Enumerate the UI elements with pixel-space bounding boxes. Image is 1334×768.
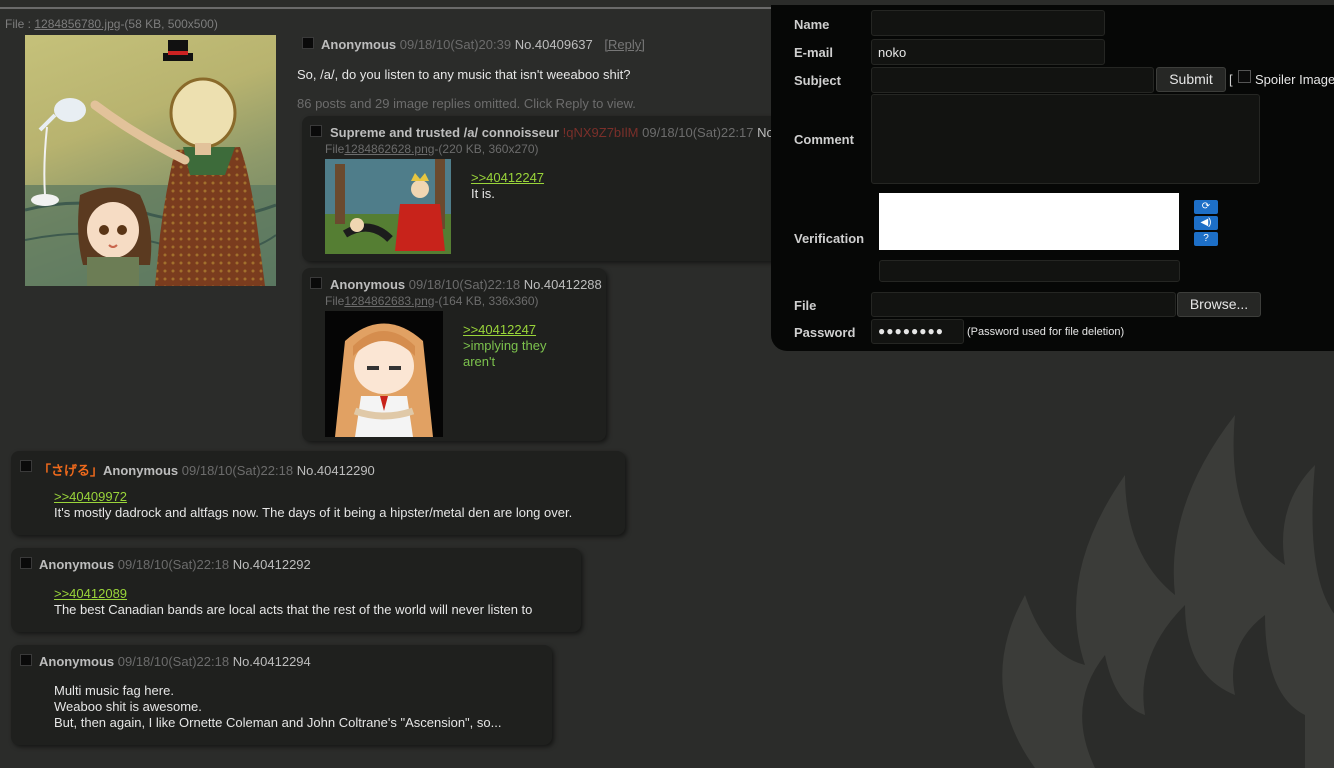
reply-select-checkbox[interactable] — [20, 557, 32, 569]
reply-greentext-line: aren't — [463, 354, 496, 369]
reply-line: But, then again, I like Ornette Coleman … — [54, 715, 502, 730]
reply-image[interactable] — [325, 311, 443, 437]
reply-tripcode: !qNX9Z7bIlM — [562, 125, 639, 140]
reply-select-checkbox[interactable] — [20, 460, 32, 472]
reply-select-checkbox[interactable] — [310, 125, 322, 137]
reply-poster-name: Anonymous — [39, 654, 115, 669]
reply-poster-name: Anonymous — [39, 557, 115, 572]
comment-textarea[interactable] — [871, 94, 1260, 184]
browse-button[interactable]: Browse... — [1177, 292, 1261, 317]
reply-image-art — [335, 323, 433, 437]
reply-post: Anonymous 09/18/10(Sat)22:18 No.40412288… — [302, 268, 606, 441]
reply-header: Anonymous 09/18/10(Sat)22:18 No.40412294 — [39, 654, 311, 669]
reply-line: The best Canadian bands are local acts t… — [54, 602, 533, 617]
reply-quote-link[interactable]: >>40409972 — [54, 489, 572, 505]
op-file-details: -(58 KB, 500x500) — [120, 17, 218, 31]
reply-line: It's mostly dadrock and altfags now. The… — [54, 505, 573, 520]
reply-body: >>40409972 It's mostly dadrock and altfa… — [54, 489, 572, 521]
spoiler-label: Spoiler Image — [1255, 72, 1334, 87]
reply-capcode: 「さげる」 — [38, 463, 104, 478]
file-label: File — [794, 298, 817, 313]
op-image-art — [25, 40, 276, 286]
refresh-icon[interactable]: ⟳ — [1194, 200, 1218, 214]
reply-image-art — [325, 159, 451, 254]
reply-post: Anonymous 09/18/10(Sat)22:18 No.40412292… — [11, 548, 581, 632]
reply-file-link[interactable]: 1284862628.png — [344, 142, 434, 156]
reply-file-link[interactable]: 1284862683.png — [344, 294, 434, 308]
reply-datetime: 09/18/10(Sat)22:18 — [408, 277, 521, 292]
reply-datetime: 09/18/10(Sat)22:17 — [642, 125, 754, 140]
op-select-checkbox[interactable] — [302, 37, 314, 49]
reply-poster-name: Anonymous — [103, 463, 179, 478]
password-hint: (Password used for file deletion) — [967, 326, 1125, 338]
name-label: Name — [794, 17, 830, 32]
subject-label: Subject — [794, 73, 841, 88]
reply-file-details: -(164 KB, 336x360) — [434, 294, 539, 308]
spoiler-checkbox[interactable] — [1238, 70, 1251, 83]
reply-datetime: 09/18/10(Sat)22:18 — [117, 557, 230, 572]
captcha-image — [879, 193, 1179, 250]
reply-header: 「さげる」Anonymous 09/18/10(Sat)22:18 No.404… — [38, 460, 375, 479]
reply-post-number[interactable]: No.40412294 — [233, 654, 311, 669]
op-datetime: 09/18/10(Sat)20:39 — [399, 37, 512, 52]
reply-select-checkbox[interactable] — [310, 277, 322, 289]
op-image[interactable] — [25, 35, 276, 286]
reply-header: Anonymous 09/18/10(Sat)22:18 No.40412292 — [39, 557, 311, 572]
reply-select-checkbox[interactable] — [20, 654, 32, 666]
reply-file-details: -(220 KB, 360x270) — [434, 142, 539, 156]
reply-poster-name: Anonymous — [330, 277, 406, 292]
omitted-notice: 86 posts and 29 image replies omitted. C… — [297, 96, 636, 111]
op-poster-name: Anonymous — [321, 37, 397, 52]
verification-label: Verification — [794, 231, 865, 246]
captcha-response-field[interactable] — [879, 260, 1180, 282]
op-post-number[interactable]: No.40409637 — [515, 37, 593, 52]
reply-post: 「さげる」Anonymous 09/18/10(Sat)22:18 No.404… — [11, 451, 625, 535]
reply-post-number[interactable]: No.40412290 — [297, 463, 375, 478]
reply-poster-name: Supreme and trusted /a/ connoisseur — [330, 125, 559, 140]
op-reply-link[interactable]: [Reply] — [604, 37, 644, 52]
reply-line: Weaboo shit is awesome. — [54, 699, 202, 714]
spoiler-bracket: [ — [1229, 72, 1233, 87]
reply-line: Multi music fag here. — [54, 683, 174, 698]
reply-body: >>40412247 It is. — [471, 170, 544, 202]
name-field[interactable] — [871, 10, 1105, 36]
reply-quote-link[interactable]: >>40412247 — [471, 170, 544, 186]
op-file-prefix: File : — [5, 17, 35, 31]
password-field[interactable]: ●●●●●●●● — [871, 319, 964, 344]
reply-file-prefix: File — [325, 294, 345, 308]
reply-file-info: File1284862683.png-(164 KB, 336x360) — [325, 294, 539, 308]
reply-post: Supreme and trusted /a/ connoisseur !qNX… — [302, 116, 835, 261]
reply-image[interactable] — [325, 159, 451, 254]
reply-greentext-line: >implying they — [463, 338, 547, 353]
submit-button[interactable]: Submit — [1156, 67, 1226, 92]
reply-post-number[interactable]: No.40412288 — [524, 277, 602, 292]
reply-post-number[interactable]: No.40412292 — [233, 557, 311, 572]
reply-datetime: 09/18/10(Sat)22:18 — [181, 463, 294, 478]
op-file-info: File : 1284856780.jpg-(58 KB, 500x500) — [5, 17, 218, 31]
reply-body: >>40412247 >implying they aren't — [463, 322, 546, 370]
reply-file-prefix: File — [325, 142, 345, 156]
reply-quote-link[interactable]: >>40412247 — [463, 322, 546, 338]
reply-file-info: File1284862628.png-(220 KB, 360x270) — [325, 142, 539, 156]
comment-label: Comment — [794, 132, 854, 147]
op-file-link[interactable]: 1284856780.jpg — [34, 17, 120, 31]
reply-body: >>40412089 The best Canadian bands are l… — [54, 586, 532, 618]
subject-field[interactable] — [871, 67, 1154, 93]
password-label: Password — [794, 325, 856, 340]
reply-post: Anonymous 09/18/10(Sat)22:18 No.40412294… — [11, 645, 552, 745]
reply-datetime: 09/18/10(Sat)22:18 — [117, 654, 230, 669]
reply-quote-link[interactable]: >>40412089 — [54, 586, 532, 602]
help-icon[interactable]: ? — [1194, 232, 1218, 246]
reply-header: Anonymous 09/18/10(Sat)22:18 No.40412288 — [330, 277, 602, 292]
audio-icon[interactable]: ◀) — [1194, 216, 1218, 230]
reply-line: It is. — [471, 186, 495, 201]
email-label: E-mail — [794, 45, 834, 60]
reply-body: Multi music fag here. Weaboo shit is awe… — [54, 683, 501, 731]
reply-header: Supreme and trusted /a/ connoisseur !qNX… — [330, 125, 835, 140]
file-path-field[interactable] — [871, 292, 1176, 317]
op-comment: So, /a/, do you listen to any music that… — [297, 67, 631, 82]
op-header: Anonymous 09/18/10(Sat)20:39 No.40409637… — [321, 37, 645, 52]
flame-watermark-icon — [1002, 415, 1334, 768]
email-field[interactable] — [871, 39, 1105, 65]
